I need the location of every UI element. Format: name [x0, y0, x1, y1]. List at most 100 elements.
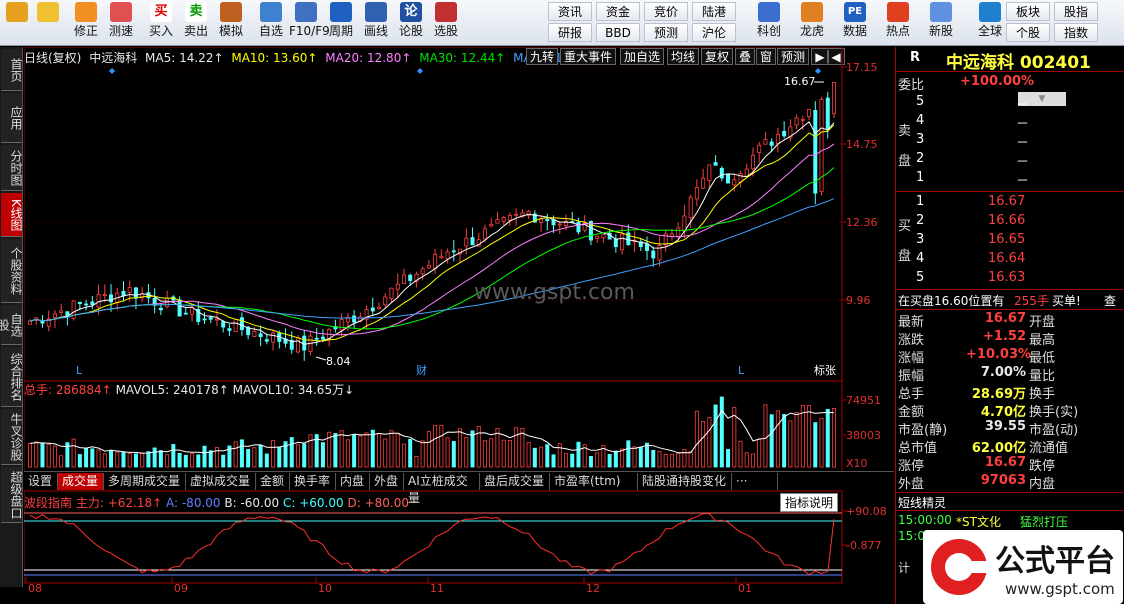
volume-bar	[464, 437, 469, 468]
volume-bar	[59, 455, 64, 468]
volume-tab-2[interactable]: 多周期成交量	[104, 473, 186, 490]
sell-label: 卖盘	[898, 124, 912, 169]
candle	[451, 250, 456, 253]
volume-tab-3[interactable]: 虚拟成交量	[186, 473, 256, 490]
left-tab-8[interactable]: 超级盘口	[1, 467, 23, 523]
tool-label: 修正	[73, 24, 98, 38]
volume-tab-0[interactable]: 设置	[24, 473, 58, 490]
volume-bar	[825, 408, 830, 468]
volume-bar	[426, 430, 431, 468]
quote-row-value: 4.70亿	[980, 405, 1026, 420]
toolbar-btn-沪伦[interactable]: 沪伦	[692, 23, 736, 42]
论股-button[interactable]: 论论股	[394, 2, 428, 44]
kline-chart[interactable]: 17.15 14.75 12.36 9.96 16.67 8.04 L 财 L 标张 www.gsp…	[24, 47, 894, 597]
tool-button[interactable]	[33, 2, 63, 44]
left-tab-7[interactable]: 牛叉诊股	[1, 409, 23, 465]
volume-bar	[669, 454, 674, 468]
volume-bar	[713, 404, 718, 468]
volume-bar	[239, 439, 244, 468]
toolbar-btn-资金[interactable]: 资金	[596, 2, 640, 21]
toolbar-btn-指数[interactable]: 指数	[1054, 23, 1098, 42]
周期-button[interactable]: 周期	[324, 2, 358, 44]
candle	[395, 283, 400, 290]
toolbar-btn-BBD[interactable]: BBD	[596, 23, 640, 42]
indicator-axis-label: +90.08	[846, 505, 887, 518]
tool-button[interactable]	[2, 2, 32, 44]
short-stock[interactable]: *ST文化	[956, 513, 1001, 530]
left-tab-2[interactable]: 分时图	[1, 145, 23, 191]
volume-tab-1[interactable]: 成交量	[58, 473, 104, 490]
新股-button[interactable]: 新股	[920, 2, 962, 44]
科创-button[interactable]: 科创	[748, 2, 790, 44]
模拟-button[interactable]: 模拟	[214, 2, 248, 44]
sell-level: 5	[916, 94, 925, 109]
volume-tab-4[interactable]: 金额	[256, 473, 290, 490]
选股-button[interactable]: 选股	[429, 2, 463, 44]
left-tab-5[interactable]: 自选股	[0, 305, 23, 345]
toolbar-btn-研报[interactable]: 研报	[548, 23, 592, 42]
volume-bar	[133, 453, 138, 468]
volume-tab-11[interactable]: 陆股通持股变化	[638, 473, 732, 490]
volume-tab-5[interactable]: 换手率	[290, 473, 336, 490]
F10/F9-button[interactable]: F10/F9	[289, 2, 330, 44]
left-tab-4[interactable]: 个股资料	[1, 239, 23, 303]
tool-label: 自选	[258, 24, 283, 38]
candle	[52, 313, 57, 318]
volume-bar	[570, 453, 575, 468]
画线-button[interactable]: 画线	[359, 2, 393, 44]
sell-level: 1	[916, 170, 925, 185]
candle	[539, 218, 544, 223]
热点-button[interactable]: 热点	[877, 2, 919, 44]
toolbar-btn-预测[interactable]: 预测	[644, 23, 688, 42]
volume-tab-7[interactable]: 外盘	[370, 473, 404, 490]
quote-row-label: 涨停	[898, 459, 925, 474]
toolbar-btn-陆港[interactable]: 陆港	[692, 2, 736, 21]
toolbar-btn-资讯[interactable]: 资讯	[548, 2, 592, 21]
f10-icon	[295, 2, 317, 22]
volume-bar	[84, 447, 89, 468]
volume-bar	[71, 438, 76, 468]
测速-button[interactable]: 测速	[104, 2, 138, 44]
event-diamond-icon	[417, 68, 423, 74]
修正-button[interactable]: 修正	[69, 2, 103, 44]
toolbar-btn-股指[interactable]: 股指	[1054, 2, 1098, 21]
volume-tab-12[interactable]: ···	[732, 473, 778, 490]
volume-tab-9[interactable]: 盘后成交量	[480, 473, 550, 490]
volume-tab-8[interactable]: AI立桩成交量	[404, 473, 480, 505]
quote-row-value: 97063	[980, 473, 1026, 488]
toolbar-btn-板块[interactable]: 板块	[1006, 2, 1050, 21]
volume-bar	[532, 447, 537, 468]
数据-button[interactable]: PE 数据	[834, 2, 876, 44]
left-tab-3[interactable]: K线图	[1, 193, 23, 237]
candle	[401, 274, 406, 284]
卖出-button[interactable]: 卖卖出	[179, 2, 213, 44]
volume-tab-6[interactable]: 内盘	[336, 473, 370, 490]
candle	[214, 318, 219, 321]
tool-label: 论股	[398, 24, 423, 38]
candle	[832, 81, 837, 114]
买入-button[interactable]: 买买入	[144, 2, 178, 44]
volume-bar	[576, 441, 581, 468]
left-tab-0[interactable]: 首页	[1, 49, 23, 91]
volume-bar	[208, 450, 213, 468]
price-axis-label: 9.96	[846, 294, 871, 307]
left-tab-1[interactable]: 应用	[1, 93, 23, 143]
left-tab-6[interactable]: 综合排名	[1, 347, 23, 407]
volume-bar	[302, 443, 307, 468]
short-title: 短线精灵	[898, 496, 947, 510]
price-axis-label: 12.36	[846, 216, 878, 229]
candle	[302, 335, 307, 351]
龙虎-button[interactable]: 龙虎	[791, 2, 833, 44]
candle	[613, 238, 618, 248]
volume-bar	[663, 453, 668, 468]
volume-bar	[158, 450, 163, 468]
toolbar-btn-竞价[interactable]: 竞价	[644, 2, 688, 21]
自选-button[interactable]: 自选	[254, 2, 288, 44]
volume-tab-10[interactable]: 市盈率(ttm)	[550, 473, 638, 490]
toolbar-btn-个股[interactable]: 个股	[1006, 23, 1050, 42]
candle	[233, 318, 238, 333]
order-notice-link[interactable]: 查	[1104, 292, 1116, 309]
price-axis-label: 17.15	[846, 61, 878, 74]
candle	[252, 331, 257, 337]
indicator-help-button[interactable]: 指标说明	[780, 493, 839, 512]
